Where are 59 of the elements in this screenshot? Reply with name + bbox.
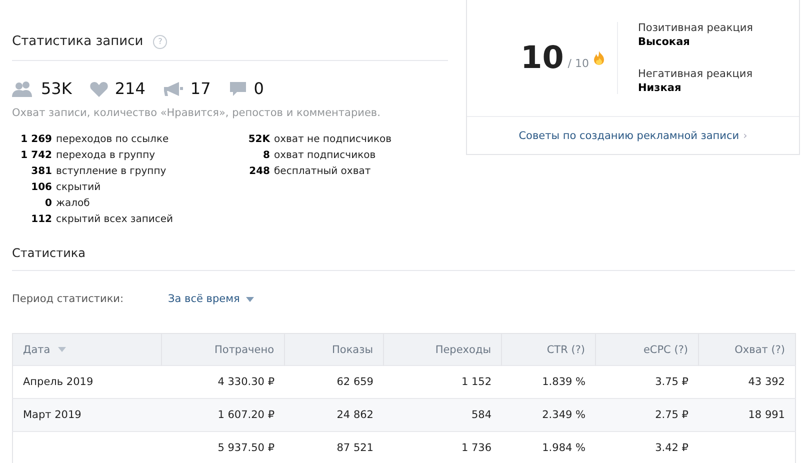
- period-dropdown[interactable]: За всё время: [168, 293, 254, 305]
- stat-item: 1 742 перехода в группу: [20, 148, 156, 162]
- stat-item: 112 скрытий всех записей: [30, 212, 174, 226]
- stat-item: 52K охват не подписчиков: [247, 132, 392, 146]
- table-cell: 3.42 ₽: [655, 442, 688, 454]
- column-header[interactable]: eCPC (?): [596, 334, 698, 366]
- caret-icon: [246, 296, 254, 302]
- table-cell: 1 152: [461, 376, 492, 388]
- table-cell: 5 937.50 ₽: [218, 442, 274, 454]
- table-cell: 87 521: [336, 442, 374, 454]
- table-cell: 2.75 ₽: [655, 409, 688, 421]
- table-cell: 584: [471, 409, 492, 421]
- score-max: / 10: [568, 56, 589, 70]
- column-header[interactable]: Охват (?): [698, 334, 796, 366]
- period-label: Период статистики:: [12, 293, 125, 305]
- table-cell: Апрель 2019: [23, 376, 94, 388]
- column-header[interactable]: Показы: [284, 334, 384, 366]
- sort-caret-icon[interactable]: [58, 347, 66, 352]
- table-cell: 1.839 %: [542, 376, 586, 388]
- table-cell: Март 2019: [23, 409, 82, 421]
- help-icon[interactable]: ?: [153, 34, 168, 48]
- flame-icon: [593, 51, 605, 65]
- counter-value: 0: [254, 79, 264, 98]
- caption-text: Охват записи, количество «Нравится», репостов и комментариев.: [12, 107, 382, 119]
- reaction-label: Негативная реакция: [638, 68, 753, 80]
- counter-value: 17: [190, 79, 211, 98]
- column-header[interactable]: CTR (?): [502, 334, 596, 366]
- table-cell: 18 991: [748, 409, 785, 421]
- table-cell: 2.349 %: [542, 409, 586, 421]
- reaction-value: Низкая: [638, 82, 682, 94]
- tips-link[interactable]: Советы по созданию рекламной записи ›: [467, 117, 799, 154]
- reaction-value: Высокая: [638, 36, 691, 48]
- table-cell: 3.75 ₽: [655, 376, 688, 388]
- section-title: Статистика записи: [12, 34, 144, 49]
- counter-value: 53K: [41, 79, 72, 98]
- megaphone-icon: [163, 80, 184, 96]
- table-cell: 1 736: [461, 442, 492, 454]
- table-cell: 62 659: [336, 376, 374, 388]
- table-cell: 4 330.30 ₽: [218, 376, 274, 388]
- stat-item: 106 скрытий: [30, 180, 101, 194]
- table-cell: 1.984 %: [542, 442, 586, 454]
- stat-item: 1 269 переходов по ссылке: [20, 132, 169, 146]
- stat-item: 381 вступление в группу: [30, 164, 166, 178]
- table-cell: 1 607.20 ₽: [218, 409, 274, 421]
- section-title: Статистика: [12, 246, 795, 271]
- column-header[interactable]: Дата: [12, 334, 162, 366]
- table-cell: 43 392: [748, 376, 785, 388]
- heart-icon: [90, 80, 108, 96]
- table-cell: 24 862: [336, 409, 374, 421]
- reaction-label: Позитивная реакция: [638, 22, 753, 34]
- column-header[interactable]: Переходы: [384, 334, 502, 366]
- counter-value: 214: [114, 79, 146, 98]
- stat-item: 0 жалоб: [44, 196, 90, 210]
- stat-item: 248 бесплатный охват: [248, 164, 371, 178]
- people-icon: [12, 80, 34, 96]
- comment-icon: [228, 80, 247, 96]
- column-header[interactable]: Потрачено: [162, 334, 284, 366]
- stat-item: 8 охват подписчиков: [262, 148, 376, 162]
- score-value: 10: [520, 40, 564, 76]
